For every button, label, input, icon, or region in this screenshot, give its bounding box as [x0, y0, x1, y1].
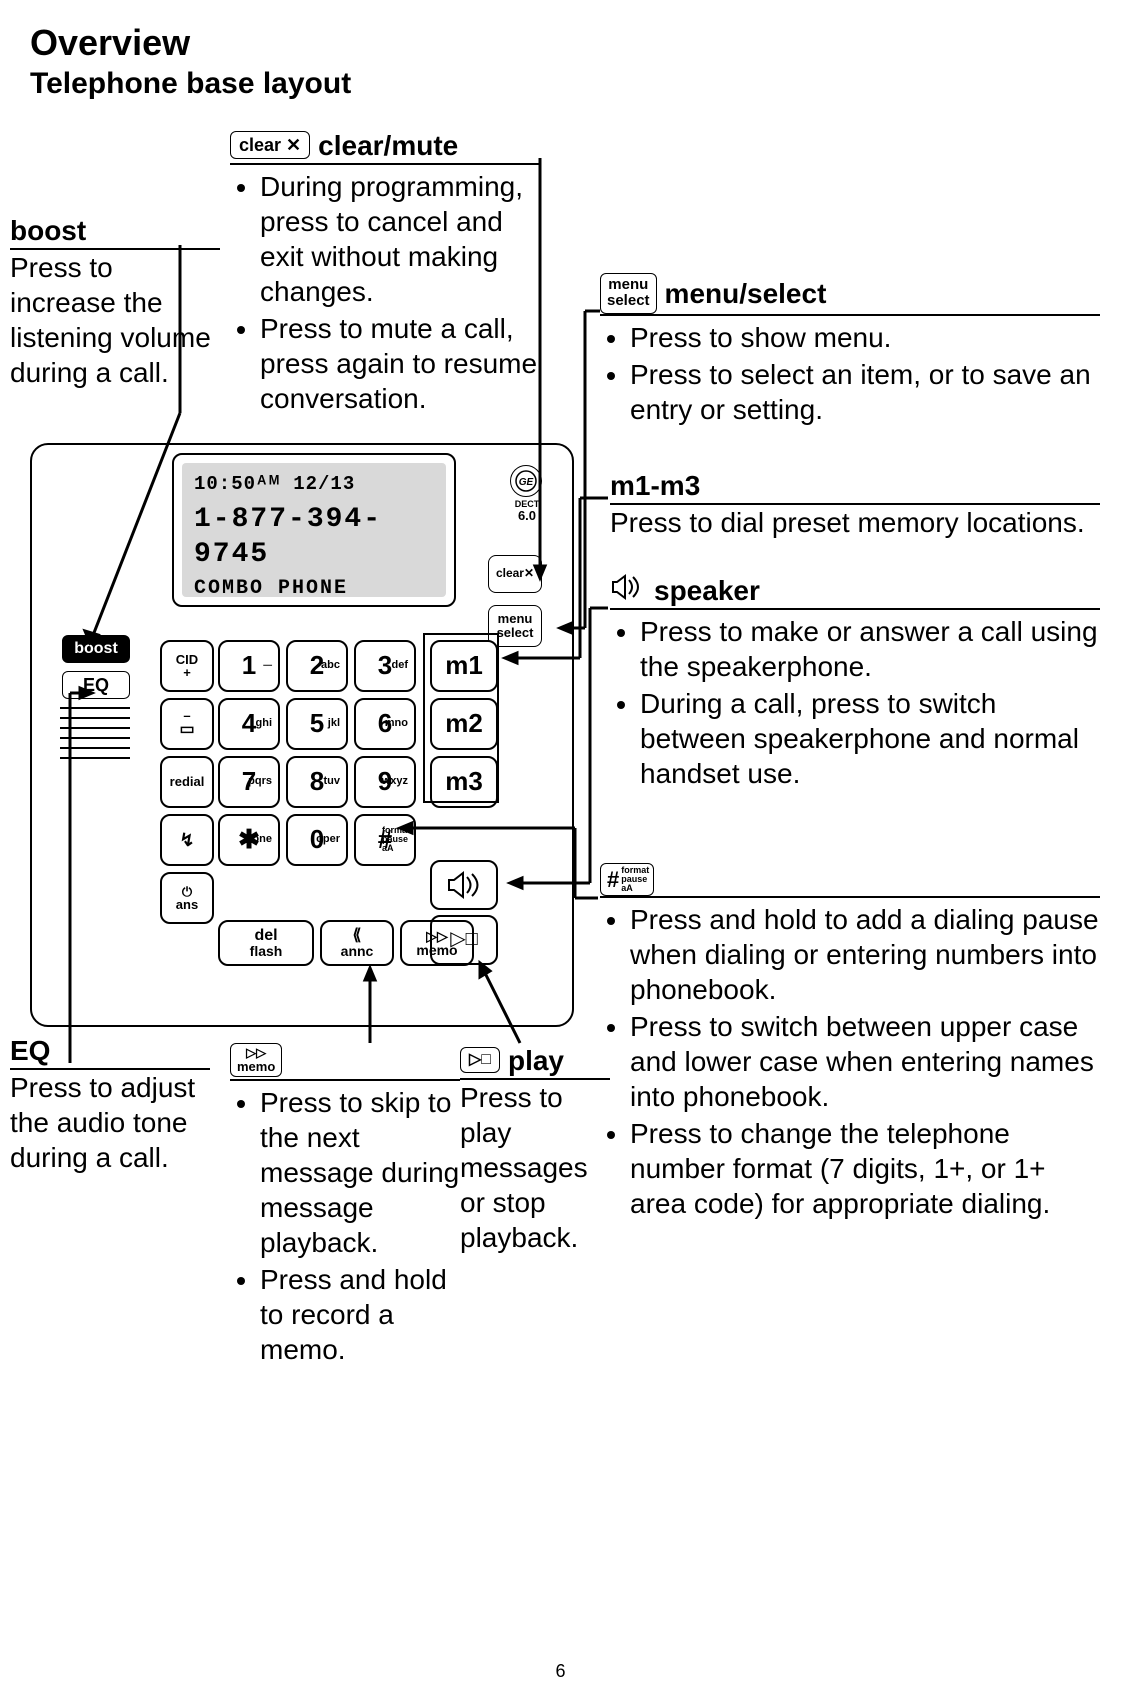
clear-mute-icon: clear ✕ — [230, 131, 310, 160]
callout-eq: EQ Press to adjust the audio tone during… — [10, 1033, 210, 1175]
key-6[interactable]: 6mno — [354, 698, 416, 750]
menu-select-item-2: Press to select an item, or to save an e… — [630, 357, 1100, 427]
menu-select-icon: menuselect — [600, 273, 657, 314]
eq-button[interactable]: EQ — [62, 671, 130, 699]
key-pound[interactable]: # formatpauseaA — [354, 814, 416, 866]
play-text: Press to play messages or stop playback. — [460, 1080, 610, 1255]
page-subtitle: Telephone base layout — [30, 65, 1091, 103]
key-0[interactable]: 0oper — [286, 814, 348, 866]
clear-button[interactable]: clear ✕ — [488, 555, 542, 593]
page-body: clear ✕ clear/mute During programming, p… — [30, 123, 1091, 1683]
boost-text: Press to increase the listening volume d… — [10, 250, 220, 390]
page-number: 6 — [30, 1660, 1091, 1683]
boost-title: boost — [10, 215, 86, 246]
callout-speaker: speaker Press to make or answer a call u… — [610, 573, 1100, 793]
pound-item-2: Press to switch between upper case and l… — [630, 1009, 1100, 1114]
speaker-item-1: Press to make or answer a call using the… — [640, 614, 1100, 684]
page-title: Overview — [30, 20, 1091, 65]
play-icon-label: ▷□ — [460, 1047, 500, 1073]
dect-label: DECT6.0 — [512, 503, 542, 521]
m3-button[interactable]: m3 — [430, 756, 498, 808]
pound-item-1: Press and hold to add a dialing pause wh… — [630, 902, 1100, 1007]
lcd-time: 10:50ᴬᴹ 12/13 — [194, 473, 434, 497]
speaker-title: speaker — [654, 573, 760, 608]
m2-button[interactable]: m2 — [430, 698, 498, 750]
boost-button[interactable]: boost — [62, 635, 130, 663]
eq-title: EQ — [10, 1035, 50, 1066]
dir-button[interactable]: –▭ — [160, 698, 214, 750]
callout-clear-mute: clear ✕ clear/mute During programming, p… — [230, 128, 540, 418]
memo-button[interactable]: ▷▷memo — [400, 920, 474, 966]
callout-play: ▷□ play Press to play messages or stop p… — [460, 1043, 610, 1255]
key-2[interactable]: 2abc — [286, 640, 348, 692]
m1m3-text: Press to dial preset memory locations. — [610, 505, 1100, 540]
key-4[interactable]: 4ghi — [218, 698, 280, 750]
menu-select-item-1: Press to show menu. — [630, 320, 1100, 355]
callout-boost: boost Press to increase the listening vo… — [10, 213, 220, 390]
callout-pound: # formatpauseaA Press and hold to add a … — [600, 863, 1100, 1224]
key-7[interactable]: 7pqrs — [218, 756, 280, 808]
memo-item-2: Press and hold to record a memo. — [260, 1262, 460, 1367]
lcd-number: 1-877-394-9745 — [194, 502, 434, 572]
play-title: play — [508, 1043, 564, 1078]
key-8[interactable]: 8tuv — [286, 756, 348, 808]
annc-button[interactable]: ⟪annc — [320, 920, 394, 966]
memo-item-1: Press to skip to the next message during… — [260, 1085, 460, 1260]
clear-mute-item-2: Press to mute a call, press again to res… — [260, 311, 540, 416]
key-5[interactable]: 5jkl — [286, 698, 348, 750]
flash-button[interactable]: ↯ — [160, 814, 214, 866]
ge-logo: GE — [510, 465, 542, 497]
lcd-screen: 10:50ᴬᴹ 12/13 1-877-394-9745 COMBO PHONE — [172, 453, 456, 607]
eq-text: Press to adjust the audio tone during a … — [10, 1070, 210, 1175]
m1m3-title: m1-m3 — [610, 470, 700, 501]
menu-select-title: menu/select — [665, 276, 827, 311]
redial-button[interactable]: redial — [160, 756, 214, 808]
key-star[interactable]: ✱tone — [218, 814, 280, 866]
callout-memo: ▷▷memo Press to skip to the next message… — [230, 1043, 460, 1369]
clear-mute-item-1: During programming, press to cancel and … — [260, 169, 540, 309]
phone-base: 10:50ᴬᴹ 12/13 1-877-394-9745 COMBO PHONE… — [30, 443, 574, 1027]
callout-m1m3: m1-m3 Press to dial preset memory locati… — [610, 468, 1100, 540]
key-1[interactable]: 1⏤ — [218, 640, 280, 692]
callout-menu-select: menuselect menu/select Press to show men… — [600, 273, 1100, 429]
speaker-grill — [60, 707, 130, 767]
ans-button[interactable]: ⏻ans — [160, 872, 214, 924]
key-9[interactable]: 9wxyz — [354, 756, 416, 808]
m1-button[interactable]: m1 — [430, 640, 498, 692]
clear-mute-title: clear/mute — [318, 128, 458, 163]
pound-item-3: Press to change the telephone number for… — [630, 1116, 1100, 1221]
cid-button[interactable]: CID+ — [160, 640, 214, 692]
pound-icon: # formatpauseaA — [600, 863, 654, 897]
del-flash-button[interactable]: delflash — [218, 920, 314, 966]
lcd-name: COMBO PHONE — [194, 576, 434, 601]
speaker-icon — [610, 573, 646, 608]
key-3[interactable]: 3def — [354, 640, 416, 692]
speaker-item-2: During a call, press to switch between s… — [640, 686, 1100, 791]
svg-text:GE: GE — [519, 477, 534, 488]
memo-icon: ▷▷memo — [230, 1043, 282, 1078]
speaker-button[interactable] — [430, 860, 498, 910]
